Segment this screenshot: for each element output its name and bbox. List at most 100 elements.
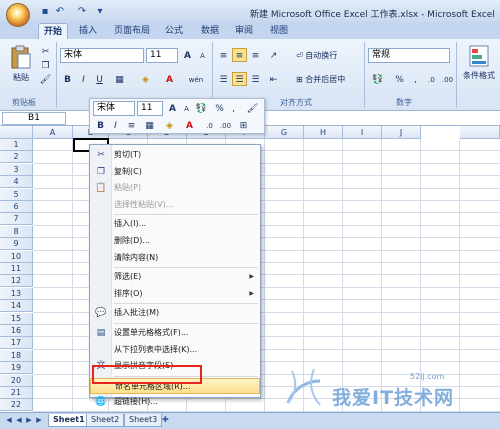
row-header-14[interactable]: 14 [0, 300, 33, 313]
row-header-10[interactable]: 10 [0, 250, 33, 263]
font-size-combo[interactable]: 11 [146, 48, 178, 63]
row-header-22[interactable]: 22 [0, 399, 33, 412]
font-name-combo[interactable]: 宋体 [60, 48, 144, 63]
context-menu-item[interactable]: ❐ 复制(C) [90, 164, 260, 180]
column-header-i[interactable]: I [343, 126, 382, 139]
row-header-1[interactable]: 1 [0, 139, 33, 151]
tab-insert[interactable]: 插入 [74, 23, 102, 40]
mini-comma-button[interactable]: , [226, 101, 241, 115]
font-color-button[interactable]: A [162, 72, 177, 86]
mini-grow-font-button[interactable]: A [165, 101, 180, 115]
number-format-combo[interactable]: 常规 [368, 48, 450, 63]
copy-icon[interactable]: ❐ [38, 58, 53, 72]
underline-button[interactable]: U [92, 72, 107, 86]
row-header-17[interactable]: 17 [0, 337, 33, 350]
row-header-7[interactable]: 7 [0, 213, 33, 226]
context-menu-item[interactable]: 插入(I)... [90, 216, 260, 232]
tab-review[interactable]: 审阅 [230, 23, 258, 40]
paste-button[interactable]: 粘贴 [8, 44, 34, 92]
column-header-a[interactable]: A [33, 126, 73, 139]
merge-center-button[interactable]: ⊞ 合并后居中 [296, 74, 345, 85]
mini-bold-button[interactable]: B [93, 118, 108, 132]
decrease-decimal-icon[interactable]: .00 [440, 72, 455, 86]
mini-increase-decimal-icon[interactable]: .0 [202, 118, 217, 132]
row-header-20[interactable]: 20 [0, 374, 33, 387]
first-sheet-icon[interactable]: ◀ [4, 414, 14, 426]
align-middle-icon[interactable]: ≡ [232, 48, 247, 62]
tab-page-layout[interactable]: 页面布局 [110, 23, 154, 40]
row-header-13[interactable]: 13 [0, 287, 33, 300]
undo-icon[interactable]: ↶ [53, 5, 67, 18]
cut-icon[interactable]: ✂ [38, 44, 53, 58]
select-all-corner[interactable] [0, 126, 33, 139]
percent-icon[interactable]: % [392, 72, 407, 86]
mini-shrink-font-button[interactable]: A [179, 101, 194, 115]
mini-percent-button[interactable]: % [212, 101, 227, 115]
phonetic-button[interactable]: wén [186, 72, 206, 86]
indent-icon[interactable]: ⇤ [266, 72, 281, 86]
row-header-9[interactable]: 9 [0, 238, 33, 251]
row-header-6[interactable]: 6 [0, 201, 33, 213]
comma-icon[interactable]: , [408, 72, 423, 86]
tab-view[interactable]: 视图 [265, 23, 293, 40]
mini-font-combo[interactable]: 宋体 [93, 101, 135, 116]
context-menu-item[interactable]: 清除内容(N) [90, 250, 260, 266]
wrap-text-button[interactable]: ⏎ 自动换行 [296, 50, 337, 61]
row-header-15[interactable]: 15 [0, 312, 33, 325]
align-left-icon[interactable]: ☰ [216, 72, 231, 86]
shrink-font-button[interactable]: A [195, 48, 210, 62]
context-menu-item[interactable]: 从下拉列表中选择(K)... [90, 342, 260, 358]
conditional-format-button[interactable]: 条件格式 [460, 44, 498, 90]
align-top-icon[interactable]: ≡ [216, 48, 231, 62]
row-header-8[interactable]: 8 [0, 225, 33, 238]
format-painter-icon[interactable]: 🖌 [38, 72, 53, 86]
sheet-tab-sheet1[interactable]: Sheet1 [48, 414, 90, 427]
context-menu-item[interactable]: 🌐 超链接(H)... [90, 394, 260, 410]
row-header-5[interactable]: 5 [0, 188, 33, 201]
customize-icon[interactable]: ▾ [93, 5, 107, 18]
sheet-tab-sheet2[interactable]: Sheet2 [86, 414, 125, 427]
tab-formulas[interactable]: 公式 [160, 23, 188, 40]
mini-italic-button[interactable]: I [108, 118, 123, 132]
context-menu-item[interactable]: 排序(O) ▶ [90, 286, 260, 302]
row-header-12[interactable]: 12 [0, 275, 33, 288]
grow-font-button[interactable]: A [180, 48, 195, 62]
mini-decrease-decimal-icon[interactable]: .00 [218, 118, 233, 132]
context-menu-item[interactable]: 删除(D)... [90, 233, 260, 249]
prev-sheet-icon[interactable]: ◀ [14, 414, 24, 426]
context-menu-item[interactable]: ▤ 设置单元格格式(F)... [90, 325, 260, 341]
currency-icon[interactable]: 💱 [368, 72, 388, 86]
mini-font-color-button[interactable]: A [182, 118, 197, 132]
row-header-18[interactable]: 18 [0, 349, 33, 362]
align-right-icon[interactable]: ☰ [248, 72, 263, 86]
mini-fill-color-icon[interactable]: ◈ [162, 118, 177, 132]
office-button[interactable] [6, 3, 30, 27]
italic-button[interactable]: I [76, 72, 91, 86]
row-header-11[interactable]: 11 [0, 263, 33, 275]
row-header-2[interactable]: 2 [0, 151, 33, 164]
mini-border-icon[interactable]: ▦ [142, 118, 157, 132]
mini-currency-icon[interactable]: 💱 [194, 101, 209, 115]
row-header-16[interactable]: 16 [0, 325, 33, 337]
tab-data[interactable]: 数据 [196, 23, 224, 40]
row-header-21[interactable]: 21 [0, 387, 33, 399]
context-menu-item[interactable]: ✂ 剪切(T) [90, 147, 260, 163]
save-icon[interactable]: ▪ [38, 5, 52, 18]
align-bottom-icon[interactable]: ≡ [248, 48, 263, 62]
row-header-4[interactable]: 4 [0, 176, 33, 189]
mini-format-painter-icon[interactable]: 🖌 [245, 101, 260, 115]
context-menu-item[interactable]: 💬 插入批注(M) [90, 305, 260, 321]
bold-button[interactable]: B [60, 72, 75, 86]
fill-color-icon[interactable]: ◈ [138, 72, 153, 86]
mini-merge-icon[interactable]: ⊞ [236, 118, 251, 132]
redo-icon[interactable]: ↷ [75, 5, 89, 18]
tab-home[interactable]: 开始 [38, 23, 68, 40]
insert-sheet-icon[interactable]: ✚ [162, 415, 174, 426]
mini-size-combo[interactable]: 11 [137, 101, 163, 116]
column-header-j[interactable]: J [382, 126, 421, 139]
name-box[interactable]: B1 [2, 112, 66, 125]
align-center-icon[interactable]: ☰ [232, 72, 247, 86]
column-header-h[interactable]: H [304, 126, 343, 139]
orientation-icon[interactable]: ↗ [266, 48, 281, 62]
mini-align-icon[interactable]: ≡ [124, 118, 139, 132]
